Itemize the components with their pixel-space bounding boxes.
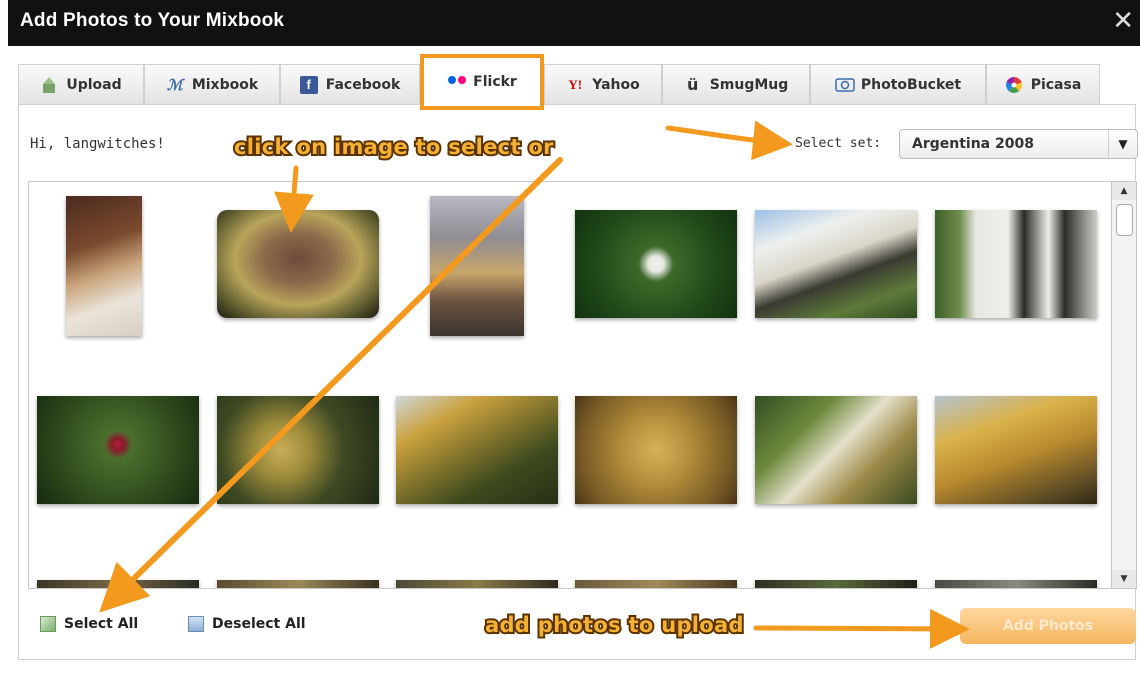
- scroll-up-icon[interactable]: ▲: [1112, 182, 1136, 200]
- window-title: Add Photos to Your Mixbook: [20, 10, 285, 31]
- photo-thumbnail[interactable]: [37, 396, 199, 504]
- tab-label: Facebook: [325, 76, 401, 93]
- add-photos-button[interactable]: Add Photos: [960, 608, 1136, 644]
- deselect-all-button[interactable]: Deselect All: [188, 616, 306, 632]
- vertical-scrollbar[interactable]: ▲ ▼: [1112, 181, 1137, 589]
- scrollbar-thumb[interactable]: [1116, 204, 1133, 236]
- deselect-all-icon: [188, 616, 204, 632]
- chevron-down-icon: ▼: [1108, 130, 1137, 158]
- tab-label: Yahoo: [592, 76, 640, 93]
- facebook-icon: f: [299, 75, 318, 94]
- photo-thumbnail[interactable]: [396, 580, 558, 588]
- photo-thumbnail[interactable]: [575, 580, 737, 588]
- photo-thumbnail[interactable]: [575, 210, 737, 318]
- photo-thumbnail[interactable]: [217, 580, 379, 588]
- photo-thumbnail[interactable]: [217, 210, 379, 318]
- tab-picasa[interactable]: Picasa: [986, 64, 1100, 104]
- photo-thumbnail[interactable]: [37, 580, 199, 588]
- photo-thumbnail[interactable]: [935, 580, 1097, 588]
- photo-thumbnail[interactable]: [755, 210, 917, 318]
- tab-photobucket[interactable]: PhotoBucket: [810, 64, 986, 104]
- annotation-upload-hint: add photos to upload: [483, 611, 746, 639]
- tab-label: Upload: [66, 76, 122, 93]
- tab-label: Picasa: [1030, 76, 1082, 93]
- scroll-down-icon[interactable]: ▼: [1112, 570, 1136, 588]
- photo-thumbnail[interactable]: [755, 396, 917, 504]
- tab-label: PhotoBucket: [860, 76, 962, 93]
- photo-thumbnail[interactable]: [396, 396, 558, 504]
- tab-facebook[interactable]: f Facebook: [280, 64, 420, 104]
- mixbook-icon: ℳ: [166, 75, 183, 94]
- tab-smugmug[interactable]: ü SmugMug: [662, 64, 810, 104]
- select-set-value: Argentina 2008: [912, 136, 1034, 152]
- photo-thumbnail[interactable]: [430, 196, 524, 336]
- photo-thumbnail[interactable]: [935, 396, 1097, 504]
- greeting-text: Hi, langwitches!: [30, 136, 165, 152]
- smugmug-icon: ü: [687, 74, 699, 94]
- photo-thumbnail[interactable]: [66, 196, 142, 336]
- select-all-button[interactable]: Select All: [40, 616, 138, 632]
- deselect-all-label: Deselect All: [212, 616, 306, 632]
- tab-label: Mixbook: [191, 76, 259, 93]
- tab-label: SmugMug: [709, 76, 789, 93]
- select-all-icon: [40, 616, 56, 632]
- annotation-click-hint: click on image to select or: [232, 133, 555, 161]
- window-titlebar: Add Photos to Your Mixbook ✕: [8, 0, 1140, 46]
- photo-thumbnail[interactable]: [217, 396, 379, 504]
- close-icon[interactable]: ✕: [1112, 8, 1134, 34]
- photobucket-icon: [835, 76, 855, 94]
- tab-yahoo[interactable]: Y! Yahoo: [544, 64, 662, 104]
- photo-thumbnail[interactable]: [935, 210, 1097, 318]
- yahoo-icon: Y!: [568, 76, 583, 92]
- source-tabs: Upload ℳ Mixbook f Facebook Flickr Y! Ya…: [18, 54, 1118, 110]
- photo-grid: [28, 181, 1112, 589]
- upload-icon: [40, 76, 58, 94]
- tab-mixbook[interactable]: ℳ Mixbook: [144, 64, 280, 104]
- picasa-icon: [1005, 76, 1023, 94]
- select-set-label: Select set:: [795, 136, 882, 151]
- flickr-icon: [447, 73, 467, 91]
- tab-upload[interactable]: Upload: [18, 64, 144, 104]
- photo-thumbnail[interactable]: [575, 396, 737, 504]
- select-set-dropdown[interactable]: Argentina 2008 ▼: [899, 129, 1138, 159]
- tab-flickr[interactable]: Flickr: [420, 54, 544, 110]
- photo-thumbnail[interactable]: [755, 580, 917, 588]
- tab-label: Flickr: [473, 74, 517, 90]
- select-all-label: Select All: [64, 616, 139, 632]
